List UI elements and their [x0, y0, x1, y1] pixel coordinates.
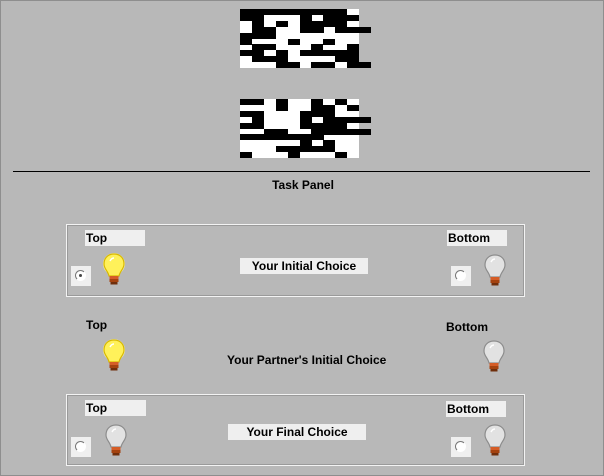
radio-top-icon — [75, 270, 86, 281]
pattern-block — [240, 134, 264, 141]
pattern-block — [335, 99, 348, 105]
pattern-block — [240, 152, 252, 159]
partner-top-lightbulb-on-icon — [102, 338, 126, 372]
pattern-block — [347, 14, 360, 21]
pattern-block — [335, 128, 348, 135]
pattern-block — [263, 56, 276, 63]
pattern-block — [263, 134, 276, 141]
initial-choice-label: Your Initial Choice — [240, 258, 368, 274]
lightbulb-off-icon — [104, 423, 128, 457]
pattern-block — [287, 134, 300, 141]
partner-top-label: Top — [86, 318, 108, 332]
pattern-block — [263, 32, 276, 39]
pattern-block — [287, 152, 300, 159]
pattern-block — [323, 146, 336, 153]
pattern-block — [240, 38, 252, 45]
pattern-block — [287, 38, 300, 45]
radio-bottom-icon — [455, 270, 466, 281]
final-top-label: Top — [85, 400, 146, 416]
pattern-block — [275, 134, 288, 141]
radio-bottom-icon — [455, 441, 466, 452]
partner-bottom-label: Bottom — [446, 320, 488, 334]
pattern-block — [347, 26, 372, 33]
final-bottom-label: Bottom — [446, 401, 506, 417]
pattern-block — [311, 50, 336, 57]
lightbulb-off-icon — [483, 423, 507, 457]
lightbulb-on-icon — [102, 252, 126, 286]
initial-bottom-radio-button[interactable] — [451, 266, 471, 286]
pattern-block — [275, 104, 288, 111]
final-choice-panel: Top Bottom Your Final Choice — [66, 394, 525, 466]
pattern-block — [251, 122, 264, 129]
final-top-radio-button[interactable] — [71, 437, 91, 457]
final-choice-label: Your Final Choice — [228, 424, 366, 440]
pattern-block — [311, 110, 324, 117]
window-frame: Task Panel Top Bottom Your Initial Choic… — [0, 0, 604, 476]
task-panel-title: Task Panel — [272, 178, 334, 192]
partner-choice-label: Your Partner's Initial Choice — [227, 353, 387, 367]
pattern-block — [335, 152, 348, 159]
pattern-block — [347, 104, 360, 111]
pattern-block — [240, 122, 252, 129]
lightbulb-off-icon — [483, 253, 507, 287]
pattern-block — [347, 128, 372, 135]
final-bottom-radio-button[interactable] — [451, 437, 471, 457]
pattern-image-bottom — [240, 99, 372, 159]
pattern-block — [299, 26, 324, 33]
pattern-block — [251, 56, 264, 63]
pattern-block — [275, 20, 288, 27]
initial-bottom-label: Bottom — [447, 230, 507, 246]
pattern-block — [240, 99, 264, 105]
pattern-image-top — [240, 9, 372, 69]
pattern-block — [251, 32, 264, 39]
initial-top-radio-button[interactable] — [71, 266, 91, 286]
section-divider — [13, 171, 590, 172]
partner-bottom-lightbulb-off-icon — [482, 339, 506, 373]
pattern-block — [347, 116, 372, 123]
initial-top-label: Top — [85, 230, 145, 246]
pattern-block — [275, 9, 288, 15]
pattern-block — [323, 62, 336, 69]
radio-top-icon — [75, 441, 86, 452]
pattern-block — [323, 38, 336, 45]
pattern-block — [275, 62, 300, 69]
initial-choice-panel: Top Bottom Your Initial Choice — [66, 224, 525, 297]
pattern-block — [347, 62, 372, 69]
pattern-block — [299, 146, 312, 153]
